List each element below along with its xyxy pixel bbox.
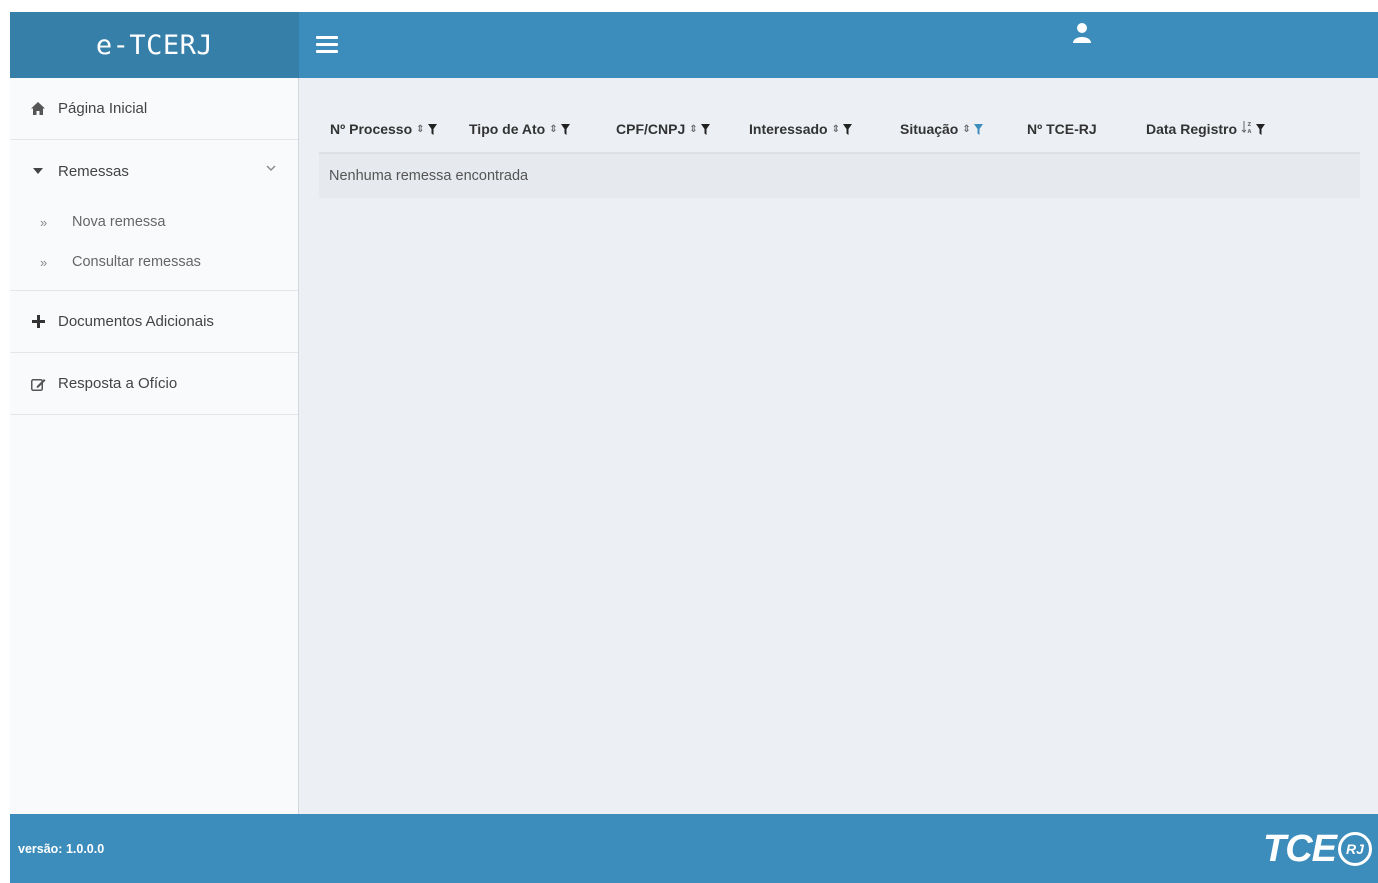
sidebar-item-label: Documentos Adicionais (58, 313, 214, 330)
app-root: e-TCERJ Página Inicial Remessas » Nova r… (10, 12, 1378, 883)
filter-icon[interactable] (700, 123, 710, 135)
column-label: Data Registro (1146, 121, 1238, 137)
sort-icon[interactable]: ⇕ (962, 124, 970, 135)
tce-rj-logo: TCE RJ (1263, 830, 1372, 868)
sidebar-subitem-nova-remessa[interactable]: » Nova remessa (10, 202, 298, 242)
edit-icon (28, 377, 48, 391)
sort-icon[interactable]: ⇕ (416, 124, 424, 135)
column-header-interessado[interactable]: Interessado ⇕ (749, 121, 900, 137)
main-content: Nº Processo ⇕ Tipo de Ato ⇕ CPF/CNPJ ⇕ I… (299, 78, 1378, 814)
sidebar-item-label: Resposta a Ofício (58, 375, 178, 392)
sidebar-item-documentos-adicionais[interactable]: Documentos Adicionais (10, 291, 298, 353)
filter-icon[interactable] (427, 123, 437, 135)
column-header-data-registro[interactable]: Data Registro Z A (1146, 120, 1316, 138)
chevron-down-icon[interactable] (266, 162, 276, 174)
sidebar-subitem-label: Nova remessa (72, 214, 166, 230)
column-header-numero-processo[interactable]: Nº Processo ⇕ (319, 121, 469, 137)
column-header-situacao[interactable]: Situação ⇕ (900, 121, 1027, 137)
plus-icon (28, 315, 48, 328)
column-label: CPF/CNPJ (616, 121, 686, 137)
column-header-numero-tce-rj: Nº TCE-RJ (1027, 121, 1146, 137)
filter-icon[interactable] (560, 123, 570, 135)
sort-icon[interactable]: ⇕ (832, 124, 840, 135)
svg-text:A: A (1248, 129, 1252, 135)
svg-text:Z: Z (1248, 122, 1252, 128)
column-label: Interessado (749, 121, 828, 137)
remessas-table: Nº Processo ⇕ Tipo de Ato ⇕ CPF/CNPJ ⇕ I… (319, 106, 1360, 198)
user-icon[interactable] (1070, 20, 1094, 44)
column-header-cpf-cnpj[interactable]: CPF/CNPJ ⇕ (616, 121, 749, 137)
filter-icon[interactable] (1256, 123, 1266, 135)
angle-double-right-icon: » (40, 254, 48, 270)
table-header: Nº Processo ⇕ Tipo de Ato ⇕ CPF/CNPJ ⇕ I… (319, 106, 1360, 154)
sidebar-item-remessas[interactable]: Remessas (10, 140, 298, 202)
sidebar-group-remessas: Remessas » Nova remessa » Consultar reme… (10, 140, 298, 291)
sidebar-subitem-consultar-remessas[interactable]: » Consultar remessas (10, 242, 298, 282)
sidebar: Página Inicial Remessas » Nova remessa »… (10, 78, 299, 814)
hamburger-icon[interactable] (316, 32, 344, 58)
empty-table-message: Nenhuma remessa encontrada (319, 154, 1360, 198)
home-icon (28, 102, 48, 115)
sidebar-item-resposta-oficio[interactable]: Resposta a Ofício (10, 353, 298, 415)
filter-icon[interactable] (842, 123, 852, 135)
caret-down-icon (28, 168, 48, 174)
sidebar-item-label: Página Inicial (58, 100, 148, 117)
column-label: Nº TCE-RJ (1027, 121, 1097, 137)
brand-text: TCE (1263, 828, 1337, 870)
column-label: Tipo de Ato (469, 121, 546, 137)
column-header-tipo-de-ato[interactable]: Tipo de Ato ⇕ (469, 121, 616, 137)
app-logo[interactable]: e-TCERJ (10, 12, 299, 78)
sort-icon[interactable]: ⇕ (689, 124, 697, 135)
column-label: Situação (900, 121, 959, 137)
filter-icon-active[interactable] (973, 123, 983, 135)
footer: versão: 1.0.0.0 TCE RJ (10, 814, 1378, 883)
version-label: versão: 1.0.0.0 (18, 842, 105, 856)
sort-icon[interactable]: ⇕ (549, 124, 557, 135)
sidebar-item-label: Remessas (58, 162, 129, 180)
sort-alpha-icon[interactable]: Z A (1241, 120, 1253, 138)
angle-double-right-icon: » (40, 214, 48, 230)
sidebar-item-pagina-inicial[interactable]: Página Inicial (10, 78, 298, 140)
brand-badge: RJ (1338, 832, 1372, 866)
sidebar-subitem-label: Consultar remessas (72, 254, 201, 270)
column-label: Nº Processo (330, 121, 413, 137)
top-navbar: e-TCERJ (10, 12, 1378, 78)
